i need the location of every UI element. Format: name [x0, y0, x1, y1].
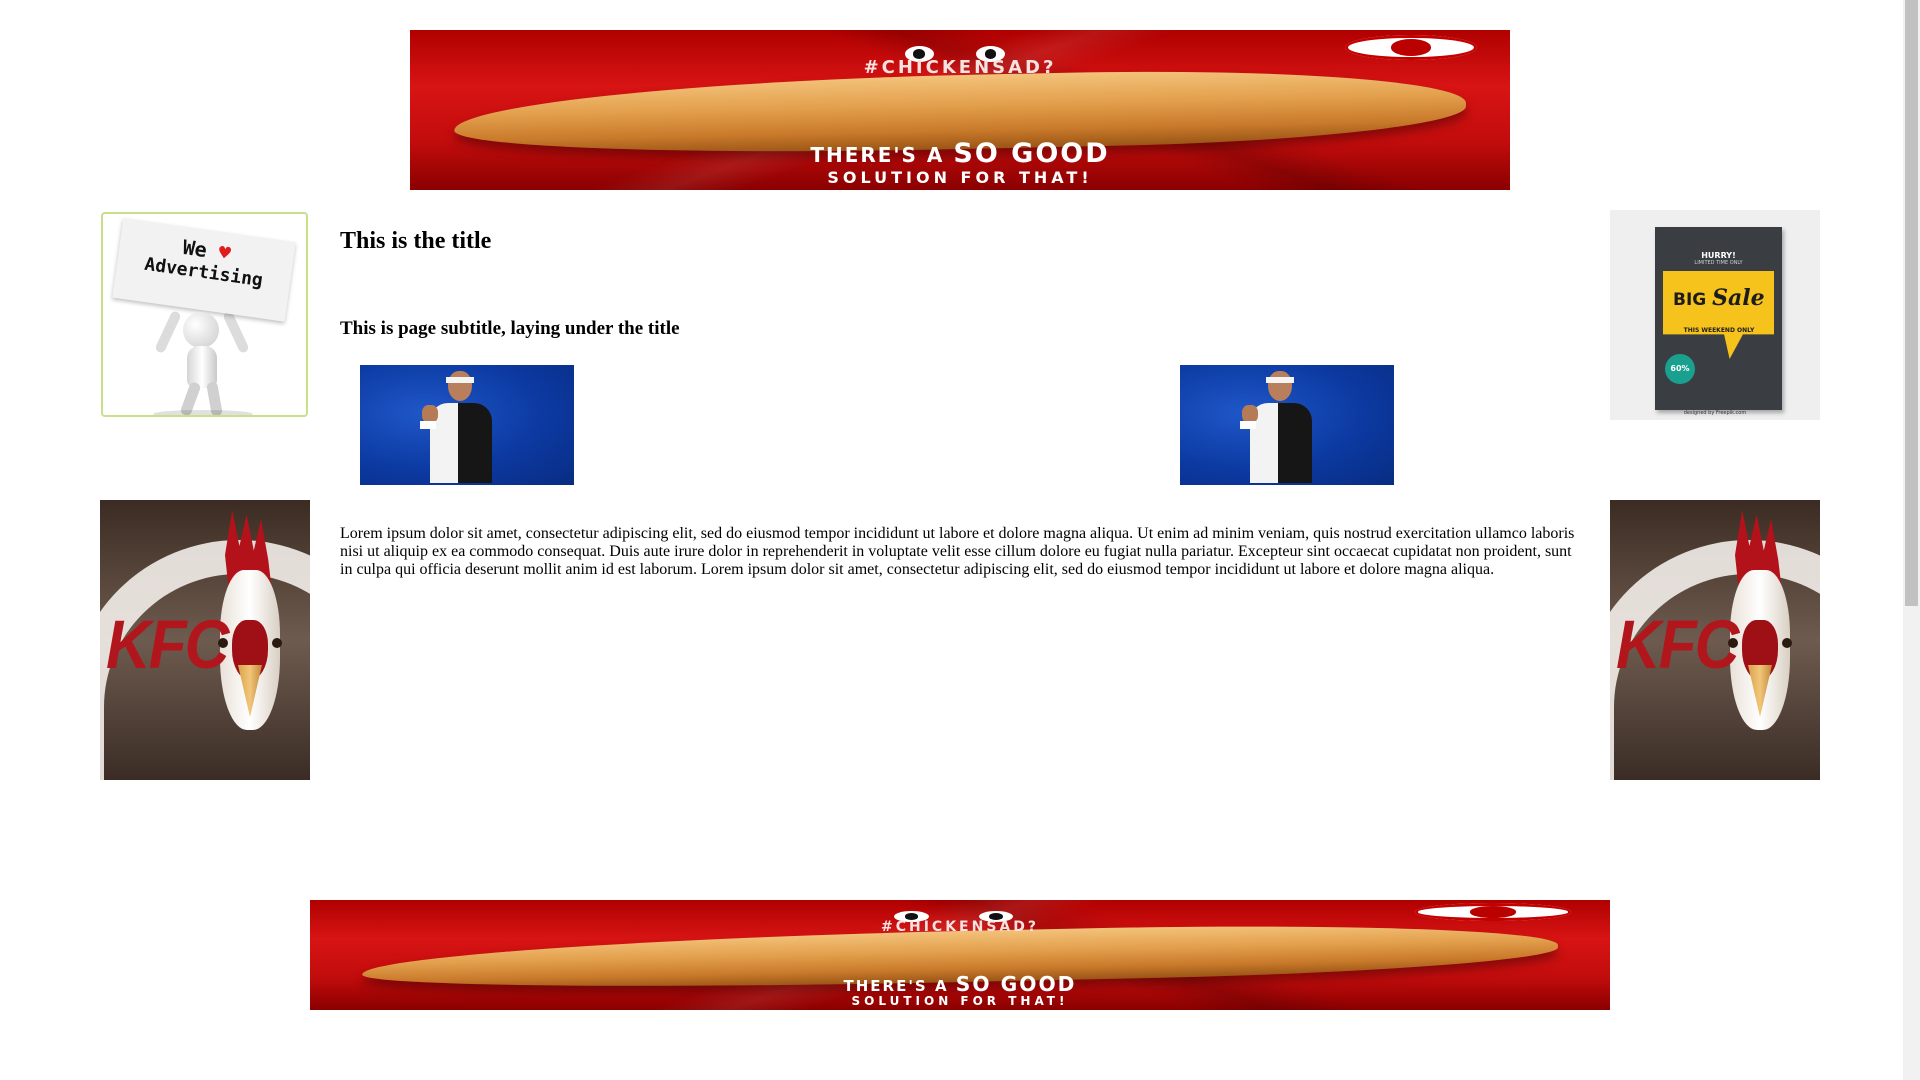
banner-slogan-line1: THERE'S A SO GOOD	[410, 138, 1510, 169]
kfc-chicken-ad-right[interactable]: KFC	[1610, 500, 1820, 780]
sale-word: Sale	[1712, 285, 1765, 311]
slogan-prefix: THERE'S A	[810, 143, 954, 168]
figure-right-arm	[222, 309, 250, 355]
kfc-chicken-ad-left[interactable]: KFC	[100, 500, 310, 780]
banner-hashtag: #CHICKENSAD?	[881, 918, 1039, 935]
chicken-eye	[1782, 638, 1792, 648]
advertising-sign: We ♥ Advertising	[112, 218, 296, 322]
sale-big: BIG	[1673, 290, 1713, 310]
bottom-kfc-banner-ad[interactable]: #CHICKENSAD? THERE'S A SO GOOD SOLUTION …	[310, 900, 1610, 1010]
sale-percent-badge: 60%	[1665, 354, 1695, 384]
sale-headline: BIG Sale	[1673, 285, 1765, 311]
sale-weekend: THIS WEEKEND ONLY	[1683, 327, 1755, 334]
body-paragraph: Lorem ipsum dolor sit amet, consectetur …	[340, 525, 1575, 578]
kfc-logo-text: KFC	[1616, 607, 1739, 684]
page-title: This is the title	[340, 228, 492, 254]
scrollbar-thumb[interactable]	[1905, 0, 1918, 606]
banner-slogan-line2: SOLUTION FOR THAT!	[827, 167, 1093, 187]
big-sale-ad[interactable]: HURRY! LIMITED TIME ONLY BIG Sale THIS W…	[1610, 210, 1820, 420]
banner-hashtag: #CHICKENSAD?	[863, 57, 1057, 79]
tennis-player-image-right	[1180, 365, 1394, 485]
sale-hurry: HURRY!	[1701, 251, 1736, 260]
sale-limited: LIMITED TIME ONLY	[1694, 260, 1743, 266]
we-love-advertising-ad[interactable]: We ♥ Advertising	[101, 212, 308, 417]
slogan-emphasis: SO GOOD	[953, 138, 1110, 170]
slogan-prefix: THERE'S A	[843, 976, 956, 995]
tennis-player-image-left	[360, 365, 574, 485]
chicken-eye	[272, 638, 282, 648]
figure-shadow	[153, 410, 253, 415]
slogan-emphasis: SO GOOD	[955, 971, 1077, 996]
figure-left-arm	[154, 309, 182, 355]
sale-poster: HURRY! LIMITED TIME ONLY BIG Sale THIS W…	[1655, 227, 1782, 410]
top-kfc-banner-ad[interactable]: #CHICKENSAD? THERE'S A SO GOOD SOLUTION …	[410, 30, 1510, 190]
sale-credit: designed by Freepik.com	[1683, 410, 1747, 416]
banner-slogan-line1: THERE'S A SO GOOD	[310, 972, 1610, 996]
page-subtitle: This is page subtitle, laying under the …	[340, 318, 680, 339]
banner-slogan-line2: SOLUTION FOR THAT!	[851, 993, 1069, 1008]
heart-icon: ♥	[217, 239, 233, 266]
vertical-scrollbar[interactable]	[1903, 0, 1920, 1080]
figure-head	[183, 312, 219, 348]
kfc-logo-text: KFC	[106, 607, 229, 684]
